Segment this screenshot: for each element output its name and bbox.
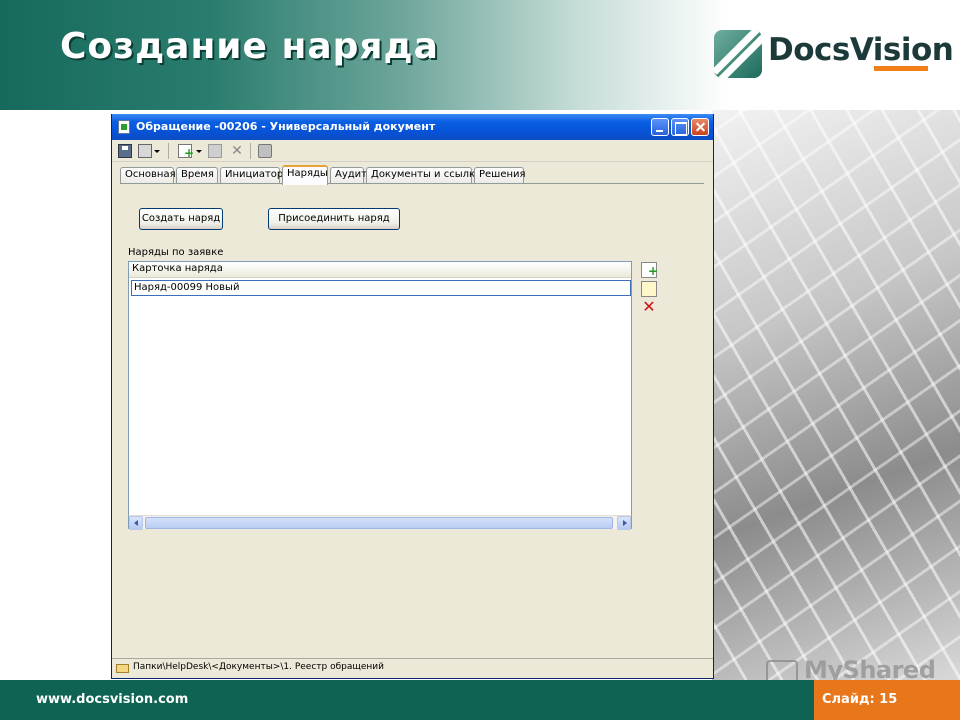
tab-documents-links[interactable]: Документы и ссылки [366, 167, 482, 183]
orders-group-label: Наряды по заявке [128, 247, 224, 258]
maximize-button[interactable] [671, 118, 689, 136]
window-title: Обращение -00206 - Универсальный докумен… [136, 120, 436, 133]
background-art [712, 110, 960, 680]
minimize-button[interactable] [651, 118, 669, 136]
slide-footer: www.docsvision.com Слайд: 15 [0, 680, 960, 720]
edit-icon[interactable] [208, 144, 222, 158]
print-icon[interactable] [258, 144, 272, 158]
new-document-icon[interactable] [178, 144, 194, 160]
tab-main[interactable]: Основная [120, 167, 176, 183]
status-bar: Папки\HelpDesk\<Документы>\1. Реестр обр… [112, 658, 713, 678]
logo-text: DocsVision [768, 32, 954, 68]
logo-underline [874, 66, 928, 71]
toolbar: ✕ [112, 140, 713, 162]
close-button[interactable] [691, 118, 709, 136]
attach-order-button[interactable]: Присоединить наряд [268, 208, 400, 230]
tab-audit[interactable]: Аудит [330, 167, 367, 183]
horizontal-scrollbar[interactable] [129, 515, 631, 530]
toolbar-separator [250, 143, 251, 159]
create-order-button[interactable]: Создать наряд [139, 208, 223, 230]
background-left [0, 110, 112, 680]
orders-list: Карточка наряда Наряд-00099 Новый [128, 261, 632, 530]
edit-order-icon[interactable] [641, 281, 657, 297]
scroll-right-icon[interactable] [617, 516, 631, 530]
document-window: Обращение -00206 - Универсальный докумен… [111, 114, 714, 679]
delete-icon[interactable]: ✕ [230, 144, 244, 158]
window-titlebar[interactable]: Обращение -00206 - Универсальный докумен… [112, 114, 713, 140]
tab-divider [120, 183, 704, 184]
document-icon [118, 120, 130, 134]
scroll-left-icon[interactable] [129, 516, 143, 530]
docsvision-logo: DocsVision [714, 28, 954, 78]
delete-order-icon[interactable]: ✕ [641, 299, 657, 315]
copy-icon[interactable] [138, 144, 152, 158]
add-order-icon[interactable] [641, 262, 658, 278]
docsvision-logo-icon [714, 30, 762, 78]
tab-orders[interactable]: Наряды [282, 165, 328, 185]
new-dropdown-icon[interactable] [196, 150, 202, 153]
column-header-order-card[interactable]: Карточка наряда [129, 262, 631, 278]
toolbar-separator [168, 143, 169, 159]
tab-decisions[interactable]: Решения [474, 167, 526, 183]
save-icon[interactable] [118, 144, 132, 158]
scrollbar-thumb[interactable] [145, 517, 613, 529]
list-item[interactable]: Наряд-00099 Новый [131, 280, 631, 296]
folder-path: Папки\HelpDesk\<Документы>\1. Реестр обр… [133, 662, 384, 672]
slide-number: Слайд: 15 [814, 680, 960, 720]
slide-title: Создание наряда [60, 26, 439, 67]
copy-dropdown-icon[interactable] [154, 150, 160, 153]
slide-header: Создание наряда DocsVision [0, 0, 960, 110]
footer-url[interactable]: www.docsvision.com [36, 692, 188, 707]
folder-icon [116, 664, 129, 673]
tab-time[interactable]: Время [176, 167, 218, 183]
tab-initiator[interactable]: Инициатор [220, 167, 283, 183]
